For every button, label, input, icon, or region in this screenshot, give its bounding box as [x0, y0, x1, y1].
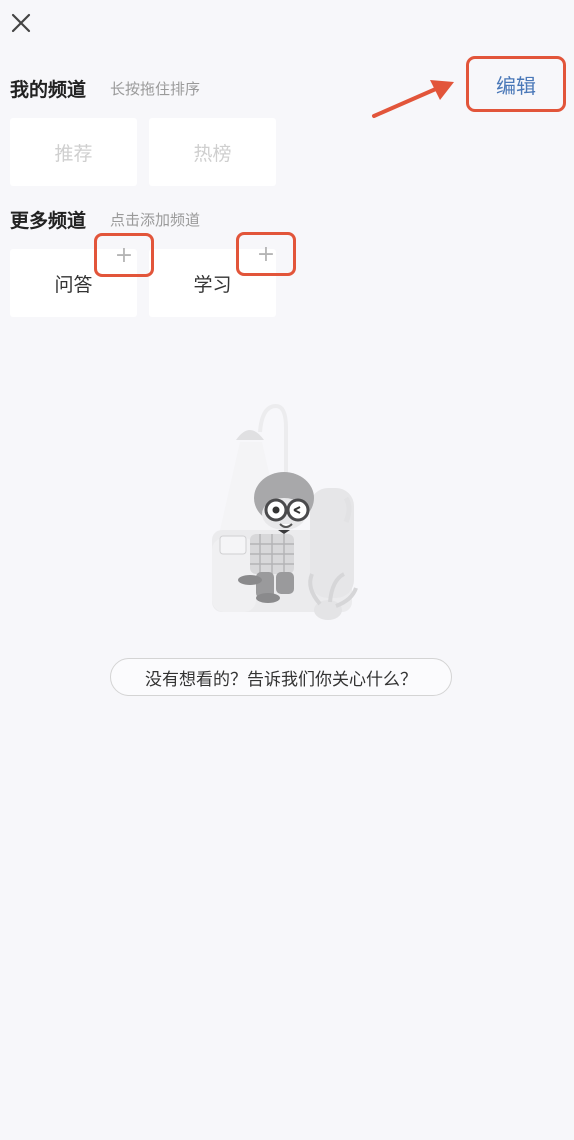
annotation-arrow-icon: [372, 80, 454, 118]
plus-icon: +: [114, 242, 134, 268]
feedback-button[interactable]: 没有想看的？告诉我们你关心什么？: [110, 658, 452, 696]
feedback-button-label: 没有想看的？告诉我们你关心什么？: [145, 669, 417, 690]
my-channels-hint: 长按拖住排序: [110, 80, 201, 98]
more-channels-hint: 点击添加频道: [110, 211, 201, 229]
close-button[interactable]: [8, 10, 34, 36]
channel-tile-label: 热榜: [193, 142, 232, 165]
empty-state-illustration: [212, 403, 358, 620]
channel-tile-label: 学习: [193, 273, 232, 296]
close-icon: [11, 13, 31, 33]
edit-button[interactable]: 编辑: [466, 56, 566, 112]
more-channels-title: 更多频道: [10, 210, 87, 232]
channel-tile-hot[interactable]: 热榜: [149, 118, 276, 186]
channel-tile-label: 问答: [54, 273, 93, 296]
add-channel-button-study[interactable]: +: [236, 232, 296, 276]
add-channel-button-qa[interactable]: +: [94, 233, 154, 277]
plus-icon: +: [256, 241, 276, 267]
channel-tile-recommend[interactable]: 推荐: [10, 118, 137, 186]
my-channels-title: 我的频道: [10, 79, 87, 101]
edit-button-label: 编辑: [496, 73, 536, 98]
channel-tile-label: 推荐: [54, 142, 93, 165]
